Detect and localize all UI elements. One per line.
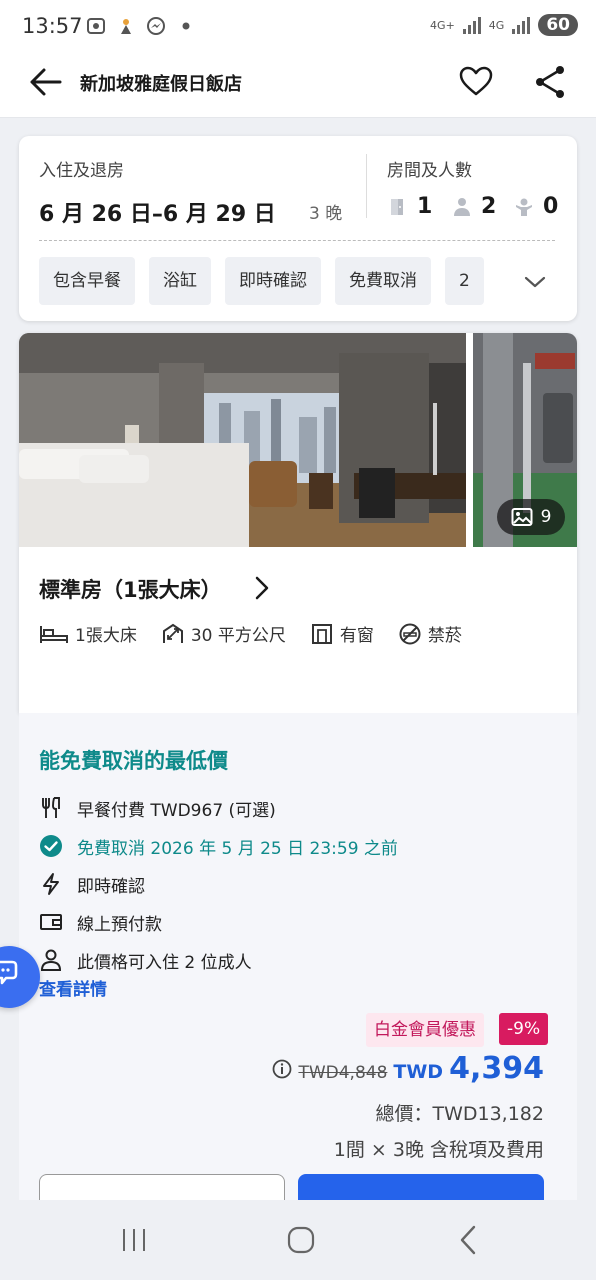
lightning-icon	[39, 872, 63, 896]
feature-bed: 1張大床	[39, 621, 137, 646]
occupancy-label: 此價格可入住 2 位成人	[77, 952, 252, 973]
feature-no-smoking-label: 禁菸	[427, 626, 462, 646]
rate-card: 能免費取消的最低價 早餐付費 TWD967 (可選) 免費取消 2026 年 5…	[19, 713, 577, 1214]
door-icon	[391, 198, 403, 215]
chevron-right-icon[interactable]	[251, 575, 273, 601]
prepay-label: 線上預付款	[77, 914, 162, 935]
total-price: 總價：TWD13,182	[375, 1103, 544, 1125]
original-price: TWD4,848	[298, 1063, 388, 1083]
status-notification-icons	[86, 16, 196, 36]
filter-chip-more[interactable]: 2	[445, 257, 484, 305]
room-features: 1張大床 30 平方公尺 有窗 禁菸	[39, 621, 462, 646]
feature-bed-label: 1張大床	[75, 626, 137, 646]
feature-window-label: 有窗	[339, 626, 374, 646]
recent-apps-icon[interactable]	[114, 1220, 154, 1260]
current-price: 4,394	[449, 1051, 544, 1086]
instant-confirm-label: 即時確認	[77, 876, 145, 897]
system-nav-bar	[0, 1200, 596, 1280]
signal-icon	[462, 16, 481, 34]
room-name[interactable]: 標準房（1張大床）	[39, 574, 222, 604]
rooms-label: 房間及人數	[387, 161, 472, 181]
area-icon	[162, 623, 183, 643]
filter-chip-free-cancel[interactable]: 免費取消	[335, 257, 431, 305]
bed-icon	[40, 625, 68, 643]
divider	[366, 154, 367, 218]
children-count[interactable]: 0	[513, 194, 558, 219]
feature-no-smoking: 禁菸	[398, 621, 462, 646]
list-item: 早餐付費 TWD967 (可選)	[39, 789, 398, 827]
image-icon	[511, 508, 533, 526]
rate-benefits: 早餐付費 TWD967 (可選) 免費取消 2026 年 5 月 25 日 23…	[39, 789, 398, 979]
info-icon[interactable]	[272, 1059, 292, 1079]
back-arrow-icon[interactable]	[26, 62, 66, 102]
photo-count-button[interactable]: 9	[497, 499, 565, 535]
heart-icon[interactable]	[456, 62, 496, 102]
search-summary-card[interactable]: 入住及退房 6 月 26 日–6 月 29 日 3 晚 房間及人數 1 2 0 …	[19, 136, 577, 321]
photo-count-value: 9	[540, 507, 552, 527]
price-row: TWD4,848 TWD 4,394	[272, 1051, 544, 1086]
room-photo-main[interactable]	[19, 333, 466, 547]
no-smoking-icon	[399, 623, 421, 644]
total-note: 1間 × 3晚 含稅項及費用	[333, 1139, 544, 1161]
adults-count[interactable]: 2	[451, 194, 496, 219]
feature-area: 30 平方公尺	[161, 621, 286, 646]
messenger-icon	[146, 16, 166, 36]
rooms-count[interactable]: 1	[387, 194, 432, 219]
network-label-2: 4G	[488, 18, 505, 32]
list-item: 免費取消 2026 年 5 月 25 日 23:59 之前	[39, 827, 398, 865]
network-label-1: 4G+	[430, 18, 455, 32]
view-details-link[interactable]: 查看詳情	[39, 975, 107, 1000]
check-circle-icon	[39, 834, 63, 858]
list-item: 線上預付款	[39, 903, 398, 941]
back-icon[interactable]	[448, 1220, 488, 1260]
dashed-divider	[39, 240, 555, 241]
status-time: 13:57	[22, 14, 83, 38]
dates-label: 入住及退房	[39, 161, 124, 181]
person-icon	[39, 948, 63, 972]
app-icon	[116, 16, 136, 36]
window-icon	[311, 623, 332, 644]
share-icon[interactable]	[530, 62, 570, 102]
battery-indicator: 60	[538, 14, 578, 36]
chevron-down-icon[interactable]	[521, 268, 549, 296]
home-icon[interactable]	[281, 1220, 321, 1260]
status-right: 4G+ 4G 60	[430, 14, 578, 36]
filter-chips: 包含早餐 浴缸 即時確認 免費取消 2	[39, 257, 484, 305]
filter-chip-instant-confirm[interactable]: 即時確認	[225, 257, 321, 305]
discount-badge: -9%	[499, 1013, 549, 1045]
filter-chip-bathtub[interactable]: 浴缸	[149, 257, 211, 305]
list-item: 即時確認	[39, 865, 398, 903]
free-cancel-label: 免費取消 2026 年 5 月 25 日 23:59 之前	[77, 838, 398, 859]
feature-area-label: 30 平方公尺	[190, 626, 286, 646]
hotel-title: 新加坡雅庭假日飯店	[80, 74, 242, 95]
list-item: 此價格可入住 2 位成人	[39, 941, 398, 979]
room-card: 9 標準房（1張大床） 1張大床 30 平方公尺 有窗 禁菸	[19, 333, 577, 713]
rate-title: 能免費取消的最低價	[39, 749, 228, 773]
chat-icon	[0, 960, 18, 985]
status-bar: 13:57 4G+ 4G 60	[0, 0, 596, 52]
filter-chip-breakfast[interactable]: 包含早餐	[39, 257, 135, 305]
signal-icon-2	[512, 16, 531, 34]
member-badge: 白金會員優惠	[366, 1013, 484, 1047]
rooms-value: 1	[417, 194, 433, 219]
date-range[interactable]: 6 月 26 日–6 月 29 日	[39, 196, 276, 228]
screenshot-icon	[86, 16, 106, 36]
breakfast-label: 早餐付費 TWD967 (可選)	[77, 800, 276, 821]
wallet-icon	[39, 910, 63, 934]
children-value: 0	[543, 194, 559, 219]
utensils-icon	[39, 796, 63, 820]
nights-count: 3 晚	[309, 204, 343, 224]
dot-icon	[176, 16, 196, 36]
adults-value: 2	[481, 194, 497, 219]
feature-window: 有窗	[310, 621, 374, 646]
price-currency: TWD	[393, 1061, 444, 1083]
child-icon	[516, 198, 532, 216]
app-bar: 新加坡雅庭假日飯店	[0, 52, 596, 118]
adult-icon	[454, 197, 470, 216]
